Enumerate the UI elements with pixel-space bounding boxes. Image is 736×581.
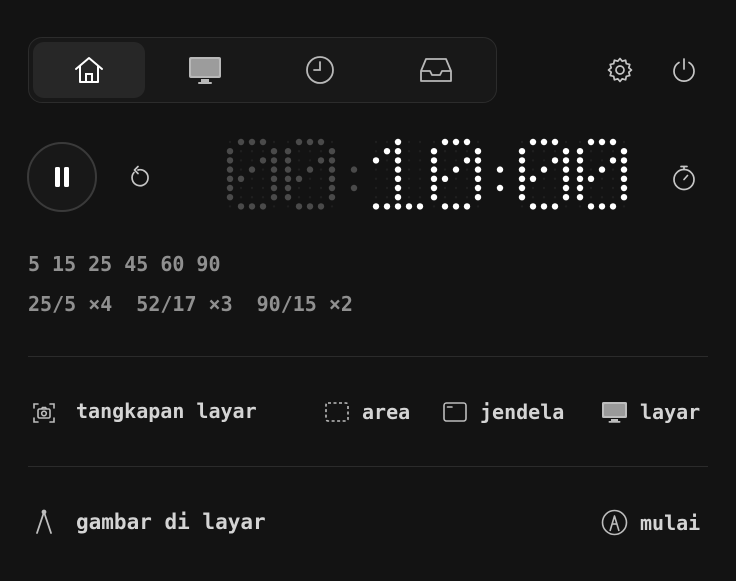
preset-15[interactable]: 15 <box>52 252 76 276</box>
stopwatch-icon <box>673 165 695 191</box>
pause-icon <box>55 167 60 187</box>
preset-25[interactable]: 25 <box>88 252 112 276</box>
minute-presets: 5 15 25 45 60 90 <box>28 252 221 276</box>
timer-display <box>226 138 628 210</box>
divider <box>28 466 708 467</box>
draw-start-button[interactable]: mulai <box>601 509 700 536</box>
preset-5[interactable]: 5 <box>28 252 40 276</box>
tab-home[interactable] <box>33 42 145 98</box>
monitor-icon <box>602 402 627 423</box>
timer-digit <box>576 138 628 210</box>
settings-button[interactable] <box>603 54 637 86</box>
timer-colon <box>350 166 358 192</box>
dashed-rect-icon <box>325 402 349 422</box>
preset-60[interactable]: 60 <box>160 252 184 276</box>
tab-inbox[interactable] <box>380 42 492 98</box>
capture-area-label: area <box>362 400 411 424</box>
tab-bar <box>28 37 497 103</box>
preset-interval-25-5[interactable]: 25/5 ×4 <box>28 292 112 316</box>
monitor-icon <box>188 57 221 84</box>
draw-label: gambar di layar <box>76 510 266 534</box>
inbox-icon <box>420 58 453 82</box>
draw-start-label: mulai <box>640 510 701 535</box>
capture-window-label: jendela <box>480 400 565 424</box>
compass-icon <box>32 508 56 536</box>
tab-history[interactable] <box>265 42 377 98</box>
camera-icon <box>31 400 57 426</box>
timer-digit <box>518 138 570 210</box>
timer-digit <box>430 138 482 210</box>
power-button[interactable] <box>667 54 701 86</box>
interval-presets: 25/5 ×4 52/17 ×3 90/15 ×2 <box>28 292 353 316</box>
capture-area-button[interactable]: area <box>324 400 410 424</box>
reset-icon <box>131 165 149 187</box>
pen-icon <box>601 509 628 536</box>
timer-digit <box>226 138 278 210</box>
gear-icon <box>607 57 633 83</box>
capture-window-button[interactable]: jendela <box>442 400 564 424</box>
timer-digit <box>284 138 336 210</box>
preset-45[interactable]: 45 <box>124 252 148 276</box>
preset-90[interactable]: 90 <box>196 252 220 276</box>
screenshot-label: tangkapan layar <box>76 399 257 423</box>
timer-colon <box>496 166 504 192</box>
preset-interval-52-17[interactable]: 52/17 ×3 <box>136 292 232 316</box>
clock-icon <box>306 56 335 84</box>
power-icon <box>673 58 695 83</box>
window-icon <box>443 402 467 422</box>
capture-screen-button[interactable]: layar <box>601 400 700 424</box>
timer-digit <box>372 138 424 210</box>
pause-button[interactable] <box>27 142 97 212</box>
reset-button[interactable] <box>122 162 154 194</box>
stopwatch-button[interactable] <box>668 162 700 194</box>
capture-screen-label: layar <box>640 400 701 424</box>
divider <box>28 356 708 357</box>
preset-interval-90-15[interactable]: 90/15 ×2 <box>257 292 353 316</box>
home-icon <box>74 57 103 83</box>
tab-display[interactable] <box>149 42 261 98</box>
